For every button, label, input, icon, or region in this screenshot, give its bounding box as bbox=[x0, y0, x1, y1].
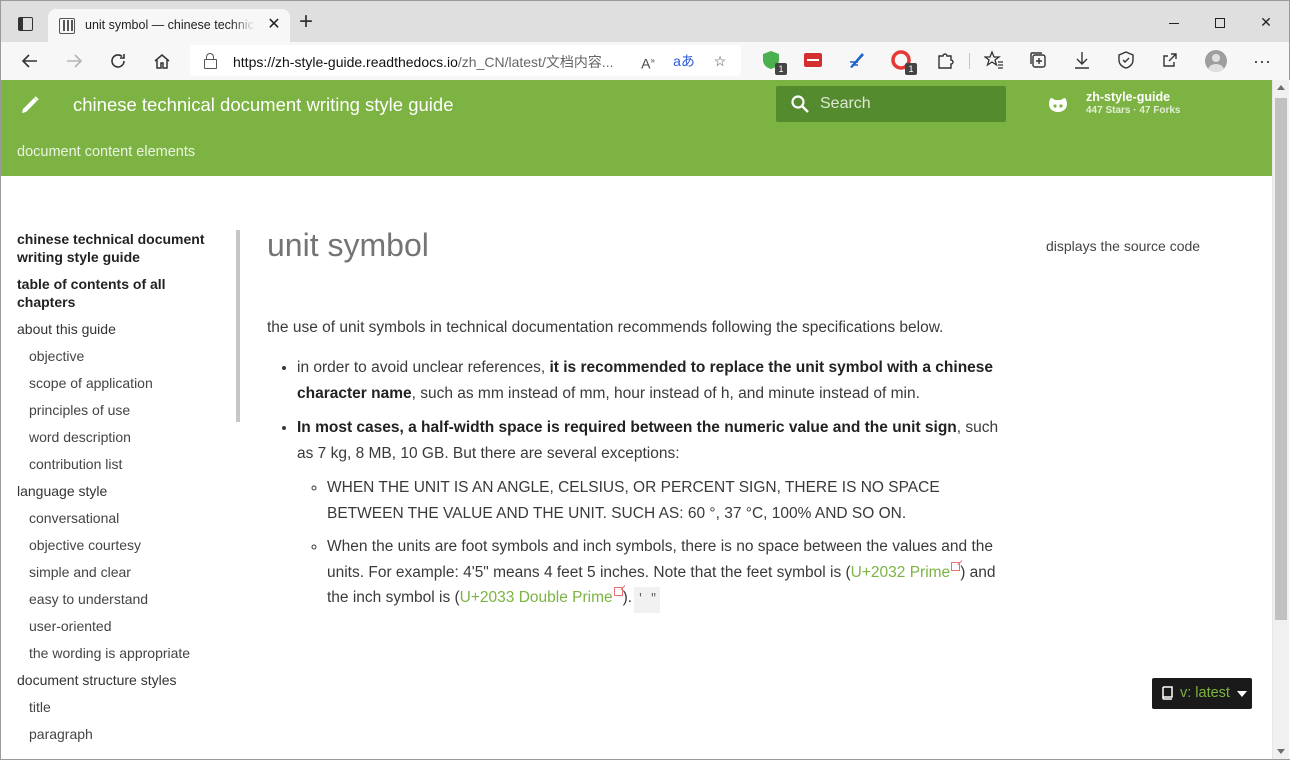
version-selector[interactable]: v: latest bbox=[1152, 678, 1252, 709]
github-icon bbox=[1046, 94, 1070, 118]
sidebar-nav: chinese technical document writing style… bbox=[17, 230, 227, 752]
new-tab-icon[interactable]: + bbox=[295, 10, 317, 34]
tab-close-icon[interactable]: ✕ bbox=[264, 15, 284, 35]
search-icon bbox=[790, 94, 810, 114]
source-code-link[interactable]: displays the source code bbox=[1046, 238, 1200, 254]
repo-stats: 447 Stars · 47 Forks bbox=[1086, 105, 1181, 116]
window-minimize-button[interactable] bbox=[1151, 9, 1197, 35]
scrollbar-thumb[interactable] bbox=[1275, 98, 1287, 620]
list-item: WHEN THE UNIT IS AN ANGLE, CELSIUS, OR P… bbox=[327, 475, 1007, 526]
intro-paragraph: the use of unit symbols in technical doc… bbox=[267, 319, 944, 336]
page-title: unit symbol bbox=[267, 227, 429, 263]
performance-icon[interactable] bbox=[1116, 50, 1138, 72]
site-title[interactable]: chinese technical document writing style… bbox=[73, 94, 454, 116]
search-box[interactable]: Search bbox=[776, 86, 1006, 122]
forward-icon[interactable] bbox=[61, 48, 87, 74]
back-icon[interactable] bbox=[17, 48, 43, 74]
extension-opera-icon[interactable]: 1 bbox=[891, 50, 917, 75]
repo-link[interactable]: zh-style-guide 447 Stars · 47 Forks bbox=[1046, 88, 1266, 124]
refresh-icon[interactable] bbox=[105, 48, 131, 74]
profile-avatar[interactable] bbox=[1205, 50, 1227, 72]
browser-tab-active[interactable]: unit symbol — chinese technical document… bbox=[48, 9, 290, 43]
extension-pen-icon[interactable] bbox=[847, 50, 869, 72]
extension-shield-icon[interactable]: 1 bbox=[761, 50, 787, 75]
window-close-button[interactable]: ✕ bbox=[1243, 9, 1289, 35]
nav-item-home[interactable]: chinese technical document writing style… bbox=[17, 230, 227, 266]
list-item: In most cases, a half-width space is req… bbox=[297, 415, 1007, 613]
window-border bbox=[0, 80, 1, 760]
exceptions-list: WHEN THE UNIT IS AN ANGLE, CELSIUS, OR P… bbox=[327, 475, 1007, 613]
version-label: v: latest bbox=[1180, 685, 1230, 701]
caret-down-icon bbox=[1237, 691, 1247, 697]
nav-item-structure-styles[interactable]: document structure styles bbox=[17, 671, 227, 689]
nav-item-conversational[interactable]: conversational bbox=[17, 509, 227, 527]
nav-item-paragraph[interactable]: paragraph bbox=[17, 725, 227, 743]
extensions-puzzle-icon[interactable] bbox=[935, 50, 957, 72]
browser-toolbar: https://zh-style-guide.readthedocs.io/zh… bbox=[0, 42, 1290, 80]
article: unit symbol the use of unit symbols in t… bbox=[267, 225, 1007, 621]
window-maximize-button[interactable] bbox=[1197, 9, 1243, 35]
page-scrollbar[interactable] bbox=[1272, 80, 1289, 759]
share-icon[interactable] bbox=[1160, 50, 1182, 72]
tab-actions-icon[interactable] bbox=[13, 13, 39, 35]
section-title: document content elements bbox=[17, 144, 196, 160]
nav-item-wording[interactable]: the wording is appropriate bbox=[17, 644, 227, 662]
nav-scrollbar[interactable] bbox=[236, 230, 240, 422]
nav-item-language-style[interactable]: language style bbox=[17, 482, 227, 500]
translate-icon[interactable]: aあ bbox=[672, 49, 696, 73]
read-aloud-icon[interactable]: A» bbox=[636, 49, 660, 73]
tab-title: unit symbol — chinese technical document… bbox=[85, 18, 255, 32]
site-header: chinese technical document writing style… bbox=[1, 80, 1272, 176]
lock-icon[interactable] bbox=[204, 53, 217, 69]
search-input[interactable]: Search bbox=[820, 95, 871, 113]
extension-red-icon[interactable] bbox=[803, 50, 825, 72]
favorites-icon[interactable] bbox=[983, 50, 1006, 72]
nav-item-about[interactable]: about this guide bbox=[17, 320, 227, 338]
inline-code: ′ ″ bbox=[634, 587, 660, 613]
nav-item-objective-courtesy[interactable]: objective courtesy bbox=[17, 536, 227, 554]
nav-item-simple-clear[interactable]: simple and clear bbox=[17, 563, 227, 581]
address-bar[interactable]: https://zh-style-guide.readthedocs.io/zh… bbox=[190, 45, 741, 76]
scroll-down-icon[interactable] bbox=[1277, 749, 1285, 754]
browser-tab-strip: unit symbol — chinese technical document… bbox=[0, 0, 1290, 43]
repo-name: zh-style-guide bbox=[1086, 90, 1171, 104]
url-text[interactable]: https://zh-style-guide.readthedocs.io/zh… bbox=[233, 52, 625, 72]
external-link-icon bbox=[613, 587, 623, 596]
list-item: in order to avoid unclear references, it… bbox=[297, 355, 1007, 407]
nav-item-title[interactable]: title bbox=[17, 698, 227, 716]
downloads-icon[interactable] bbox=[1072, 50, 1094, 72]
nav-item-principles[interactable]: principles of use bbox=[17, 401, 227, 419]
rules-list: in order to avoid unclear references, it… bbox=[297, 355, 1007, 613]
external-link-icon bbox=[951, 561, 961, 571]
pencil-icon[interactable] bbox=[19, 94, 41, 116]
scroll-up-icon[interactable] bbox=[1277, 85, 1285, 90]
nav-item-contribution[interactable]: contribution list bbox=[17, 455, 227, 473]
nav-item-scope[interactable]: scope of application bbox=[17, 374, 227, 392]
nav-item-toc[interactable]: table of contents of all chapters bbox=[17, 275, 227, 311]
nav-item-word-description[interactable]: word description bbox=[17, 428, 227, 446]
extension-badge: 1 bbox=[905, 63, 917, 75]
favorite-add-icon[interactable]: ☆ bbox=[708, 49, 732, 73]
more-menu-icon[interactable]: ··· bbox=[1249, 48, 1275, 74]
nav-item-easy-understand[interactable]: easy to understand bbox=[17, 590, 227, 608]
page-viewport: chinese technical document writing style… bbox=[1, 80, 1272, 759]
list-item: When the units are foot symbols and inch… bbox=[327, 534, 1007, 613]
toolbar-separator bbox=[969, 53, 970, 69]
book-icon bbox=[1161, 686, 1173, 700]
nav-item-objective[interactable]: objective bbox=[17, 347, 227, 365]
page-favicon-icon bbox=[59, 18, 75, 34]
prime-link[interactable]: U+2032 Prime bbox=[851, 561, 961, 581]
double-prime-link[interactable]: U+2033 Double Prime bbox=[460, 587, 623, 606]
extension-badge: 1 bbox=[775, 63, 787, 75]
home-icon[interactable] bbox=[149, 48, 175, 74]
collections-icon[interactable] bbox=[1028, 50, 1050, 72]
nav-item-user-oriented[interactable]: user-oriented bbox=[17, 617, 227, 635]
